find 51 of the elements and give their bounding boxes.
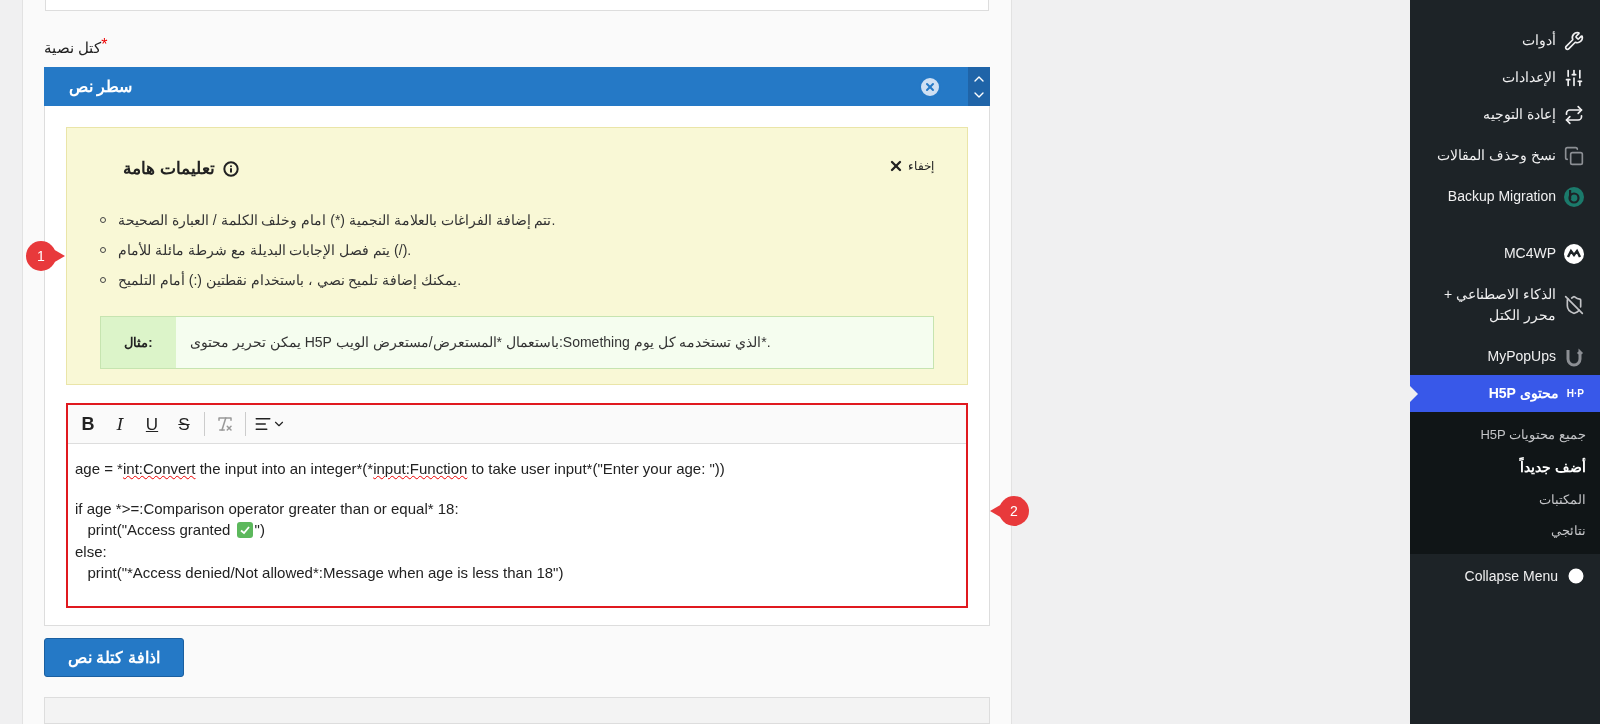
shield-icon (1564, 295, 1584, 315)
wrench-icon (1564, 30, 1584, 51)
submenu-item[interactable]: جميع محتويات H5P (1410, 419, 1600, 451)
misspelled-word: int:Convert (122, 459, 196, 480)
sidebar-item[interactable]: MC4WP (1410, 235, 1600, 272)
submenu-item[interactable]: المكتبات (1410, 483, 1600, 515)
code-line: ") (254, 520, 265, 541)
sliders-icon (1564, 67, 1584, 88)
example-label: مثال: (101, 316, 176, 368)
code-line: if age *>=:Comparison operator greater than or equal* 18: (75, 498, 459, 519)
block-title: سطر نص (69, 76, 134, 99)
instruction-text: يمكنك إضافة تلميح نصي ، باستخدام نقطتين (:) أمام التلميح. (118, 270, 462, 291)
add-block-button[interactable]: اذافة كتلة نص (44, 638, 184, 677)
instruction-text: يتم فصل الإجابات البديلة مع شرطة مائلة للأمام (/). (118, 240, 412, 261)
code-line: print("*Access denied/Not allowed*:Message when age is less than 18") (86, 563, 564, 584)
sidebar-item[interactable]: الذكاء الاصطناعي + محرر الكتل (1410, 276, 1600, 334)
u-shape-icon (1564, 346, 1584, 367)
submenu-item[interactable]: نتائجي (1410, 515, 1600, 547)
code-text: age = * (75, 459, 123, 480)
sidebar-item[interactable]: إعادة التوجيه (1410, 96, 1600, 133)
bold-button[interactable]: B (72, 408, 104, 441)
submenu-item[interactable]: أضف جديداً (1410, 450, 1600, 484)
code-text: to take user input*("Enter your age: ")) (470, 459, 725, 480)
field-label: كتل نصية (44, 37, 102, 58)
code-line: print("Access granted (86, 520, 232, 541)
sidebar-item[interactable]: نسخ وحذف المقالات (1410, 137, 1600, 174)
info-icon (222, 161, 239, 178)
copy-icon (1564, 145, 1584, 166)
required-mark: * (101, 34, 108, 53)
code-line: else: (75, 541, 107, 562)
underline-button[interactable]: U (136, 408, 168, 441)
italic-button[interactable]: I (104, 408, 136, 441)
circle-logo-icon (1564, 186, 1584, 207)
hide-button[interactable]: إخفاء (888, 157, 934, 176)
misspelled-word: input:Function (373, 459, 468, 480)
sidebar-item[interactable]: MyPopUps (1410, 338, 1600, 375)
sidebar-item[interactable]: أدوات (1410, 22, 1600, 59)
check-icon (236, 522, 253, 539)
instruction-text: تتم إضافة الفراغات بالعلامة النجمية (*) امام وخلف الكلمة / العبارة الصحيحة. (118, 210, 556, 231)
circle-logo-icon (1564, 243, 1584, 264)
clear-format-icon[interactable] (216, 415, 234, 434)
strikethrough-button[interactable]: S (168, 408, 200, 441)
sidebar-item[interactable]: Backup Migration (1410, 178, 1600, 215)
notice-title: تعليمات هامة (123, 158, 215, 181)
repeat-icon (1564, 104, 1584, 125)
example-text: .*الذي تستخدمه كل يوم Something:باستعمال *المستعرض/مستعرض الويب H5P يمكن تحرير محتوى (190, 332, 771, 353)
text-editor[interactable] (66, 403, 968, 609)
code-text: the input into an integer*(* (198, 459, 374, 480)
current-pointer (1410, 385, 1418, 402)
sidebar-item[interactable]: الإعدادات (1410, 59, 1600, 96)
logo-icon: H·P (1566, 386, 1584, 401)
